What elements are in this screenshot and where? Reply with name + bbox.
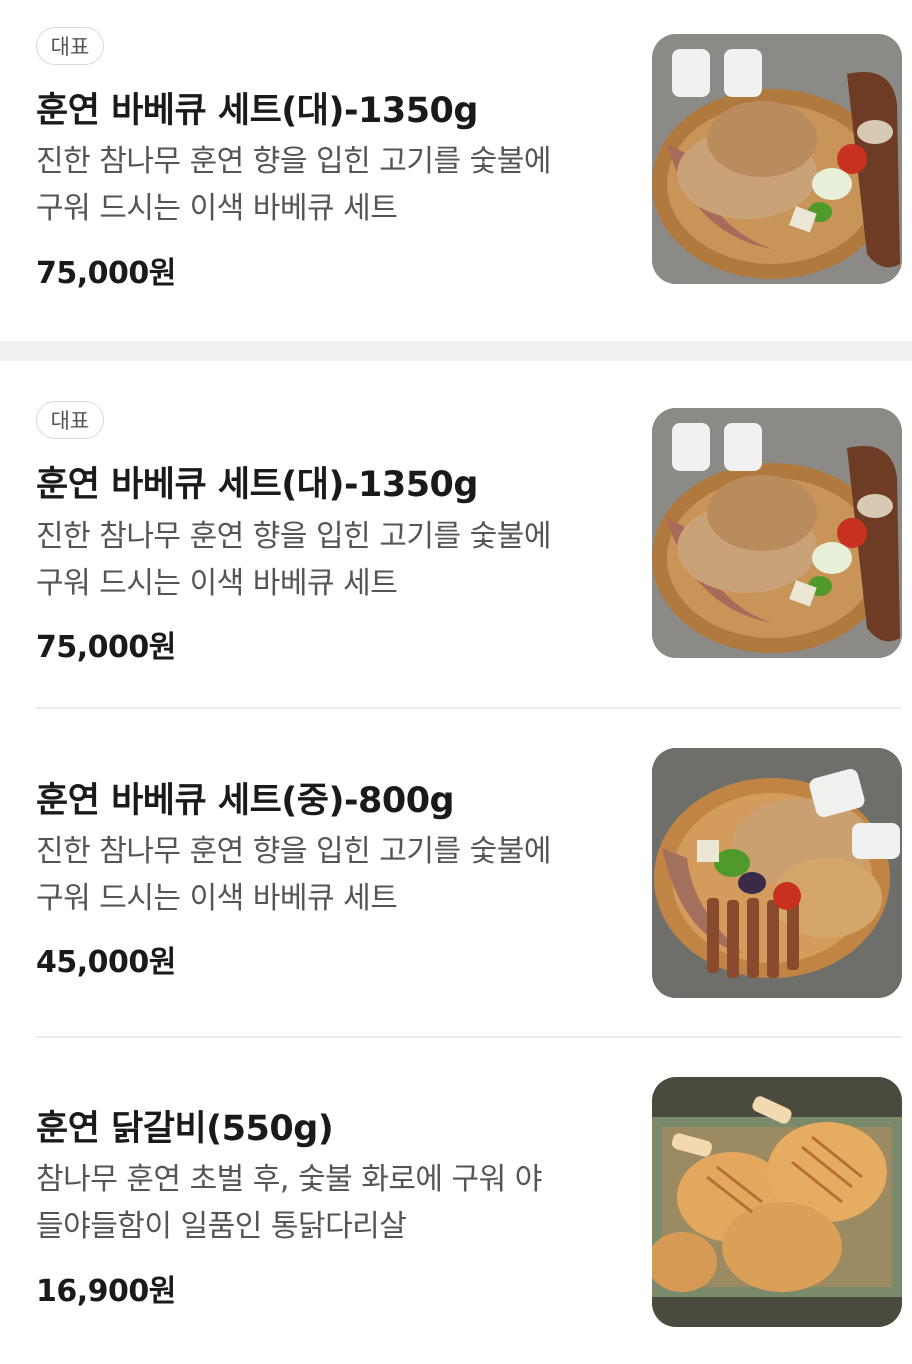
description-line: 진한 참나무 훈연 향을 입힌 고기를 숯불에 [36, 144, 551, 179]
representative-badge: 대표 [36, 27, 104, 65]
menu-item-description: 진한 참나무 훈연 향을 입힌 고기를 숯불에 구워 드시는 이색 바베큐 세트 [36, 138, 626, 232]
menu-item-price: 75,000원 [36, 256, 176, 291]
menu-item-name: 훈연 바베큐 세트(대)-1350g [36, 91, 478, 131]
item-divider [36, 1036, 902, 1038]
description-line: 구워 드시는 이색 바베큐 세트 [36, 191, 398, 226]
menu-item-price: 45,000원 [36, 945, 176, 980]
description-line: 참나무 훈연 초벌 후, 숯불 화로에 구워 야 [36, 1162, 542, 1197]
menu-item-photo[interactable] [652, 34, 902, 284]
description-line: 진한 참나무 훈연 향을 입힌 고기를 숯불에 [36, 519, 551, 554]
menu-item-name: 훈연 바베큐 세트(중)-800g [36, 781, 455, 821]
bbq-platter-image [652, 748, 902, 998]
bbq-platter-image [652, 408, 902, 658]
menu-item-photo[interactable] [652, 408, 902, 658]
menu-item-description: 진한 참나무 훈연 향을 입힌 고기를 숯불에 구워 드시는 이색 바베큐 세트 [36, 513, 626, 607]
menu-item-name: 훈연 닭갈비(550g) [36, 1109, 334, 1149]
description-line: 진한 참나무 훈연 향을 입힌 고기를 숯불에 [36, 834, 551, 869]
chicken-leg-image [652, 1077, 902, 1327]
menu-item-description: 진한 참나무 훈연 향을 입힌 고기를 숯불에 구워 드시는 이색 바베큐 세트 [36, 828, 626, 922]
description-line: 들야들함이 일품인 통닭다리살 [36, 1209, 407, 1244]
item-divider [36, 707, 902, 709]
menu-item-photo[interactable] [652, 1077, 902, 1327]
menu-item-name: 훈연 바베큐 세트(대)-1350g [36, 465, 478, 505]
menu-item-photo[interactable] [652, 748, 902, 998]
description-line: 구워 드시는 이색 바베큐 세트 [36, 566, 398, 601]
menu-item-price: 16,900원 [36, 1274, 176, 1309]
menu-item-price: 75,000원 [36, 630, 176, 665]
menu-item-description: 참나무 훈연 초벌 후, 숯불 화로에 구워 야 들야들함이 일품인 통닭다리살 [36, 1156, 626, 1250]
representative-badge: 대표 [36, 401, 104, 439]
section-separator [0, 341, 912, 361]
bbq-platter-image [652, 34, 902, 284]
description-line: 구워 드시는 이색 바베큐 세트 [36, 881, 398, 916]
